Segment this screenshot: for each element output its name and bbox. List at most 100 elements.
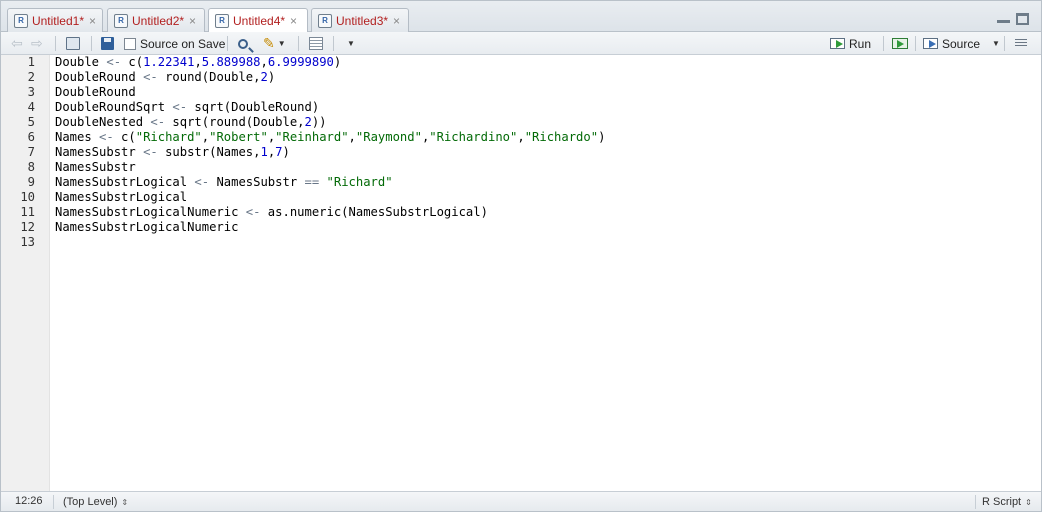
notebook-icon: [309, 37, 323, 50]
pane-window-controls: [997, 13, 1029, 25]
scope-selector[interactable]: (Top Level) ⇕: [53, 495, 128, 509]
source-on-save-label: Source on Save: [140, 36, 226, 51]
code-token: "Reinhard": [275, 130, 349, 144]
r-document-icon: R: [114, 13, 128, 28]
line-number: 13: [20, 235, 35, 249]
arrow-right-icon: ⇨: [31, 35, 43, 51]
source-editor-pane: R Untitled1* × R Untitled2* × R Untitled…: [0, 0, 1042, 512]
code-line[interactable]: NamesSubstrLogical <- NamesSubstr == "Ri…: [55, 175, 393, 190]
source-label: Source: [942, 36, 981, 51]
code-token: <-: [172, 100, 188, 114]
code-line[interactable]: NamesSubstrLogicalNumeric: [55, 220, 238, 235]
file-type-selector[interactable]: R Script ⇕: [975, 495, 1032, 509]
code-token: sqrt(DoubleRound): [187, 100, 320, 114]
code-token: 6.9999890: [267, 55, 334, 69]
outline-button[interactable]: [1015, 35, 1027, 52]
tab-untitled4[interactable]: R Untitled4* ×: [208, 8, 308, 33]
updown-icon: ⇕: [1025, 497, 1032, 507]
code-token: 5.889988: [201, 55, 261, 69]
compile-report-button[interactable]: [309, 35, 323, 52]
chevron-down-icon[interactable]: ▼: [992, 39, 1000, 48]
code-token: ,: [517, 130, 525, 144]
code-token: ,: [348, 130, 356, 144]
code-token: <-: [143, 70, 158, 84]
code-token: substr(Names,: [157, 145, 261, 159]
scope-text: (Top Level): [63, 496, 118, 508]
rerun-icon: [892, 38, 908, 49]
show-in-new-window-button[interactable]: [66, 35, 80, 52]
tab-untitled1[interactable]: R Untitled1* ×: [7, 8, 103, 32]
code-line[interactable]: DoubleRound: [55, 85, 136, 100]
source-on-save-checkbox[interactable]: [124, 37, 136, 50]
line-number: 4: [27, 100, 35, 114]
code-line[interactable]: NamesSubstr: [55, 160, 136, 175]
tab-untitled3[interactable]: R Untitled3* ×: [311, 8, 409, 32]
chevron-down-icon: ▼: [277, 39, 286, 48]
code-token: <-: [194, 175, 210, 189]
close-icon[interactable]: ×: [290, 14, 297, 28]
more-options-button[interactable]: ▼: [344, 35, 355, 52]
code-line[interactable]: DoubleRound <- round(Double,2): [55, 70, 275, 85]
magic-wand-icon: ✎: [263, 35, 275, 51]
minimize-icon[interactable]: [997, 13, 1010, 23]
line-number: 5: [27, 115, 35, 129]
code-token: 1.22341: [143, 55, 195, 69]
code-token: sqrt(round(Double,: [165, 115, 305, 129]
search-icon: [238, 38, 248, 49]
code-line[interactable]: DoubleNested <- sqrt(round(Double,2)): [55, 115, 327, 130]
chevron-down-icon: ▼: [347, 39, 355, 48]
file-type-text: R Script: [982, 496, 1022, 508]
close-icon[interactable]: ×: [189, 14, 196, 28]
code-line[interactable]: DoubleRoundSqrt <- sqrt(DoubleRound): [55, 100, 319, 115]
code-line[interactable]: Double <- c(1.22341,5.889988,6.9999890): [55, 55, 341, 70]
code-token: NamesSubstrLogical: [55, 175, 195, 189]
arrow-left-icon: ⇦: [11, 35, 23, 51]
toolbar-divider: [91, 36, 92, 51]
source-button[interactable]: Source ▼: [923, 35, 1000, 52]
code-line[interactable]: NamesSubstrLogical: [55, 190, 187, 205]
code-token: 2: [304, 115, 312, 129]
line-number: 7: [27, 145, 35, 159]
code-token: )): [311, 115, 327, 129]
code-line[interactable]: NamesSubstrLogicalNumeric <- as.numeric(…: [55, 205, 488, 220]
save-button[interactable]: [101, 35, 114, 52]
rerun-button[interactable]: [892, 35, 908, 52]
code-token: ,: [194, 55, 202, 69]
close-icon[interactable]: ×: [393, 14, 400, 28]
line-number: 3: [27, 85, 35, 99]
back-button[interactable]: ⇦: [11, 35, 23, 52]
code-token: ): [282, 145, 290, 159]
code-token: as.numeric(NamesSubstrLogical): [260, 205, 488, 219]
r-document-icon: R: [318, 13, 332, 28]
source-on-save-toggle[interactable]: Source on Save: [124, 35, 225, 52]
run-button[interactable]: Run: [830, 35, 871, 52]
code-token: 1: [260, 145, 268, 159]
code-line[interactable]: NamesSubstr <- substr(Names,1,7): [55, 145, 290, 160]
code-token: DoubleRound: [55, 85, 136, 99]
code-line[interactable]: Names <- c("Richard","Robert","Reinhard"…: [55, 130, 605, 145]
find-replace-button[interactable]: [238, 35, 248, 52]
toolbar-divider: [227, 36, 228, 51]
code-editor[interactable]: 1 2 3 4 5 6 7 8 9 10 11 12 13 Double <- c(1.22341,5.…: [1, 55, 1041, 491]
updown-icon: ⇕: [121, 497, 129, 507]
code-token: Double: [55, 55, 107, 69]
maximize-icon[interactable]: [1016, 13, 1029, 25]
code-token: NamesSubstrLogicalNumeric: [55, 205, 246, 219]
code-token: ): [267, 70, 276, 84]
toolbar-divider: [333, 36, 334, 51]
toolbar-divider: [915, 36, 916, 51]
toolbar-divider: [883, 36, 884, 51]
tab-untitled2[interactable]: R Untitled2* ×: [107, 8, 205, 32]
toolbar-divider: [55, 36, 56, 51]
run-icon: [830, 38, 845, 49]
line-number: 1: [27, 55, 35, 69]
close-icon[interactable]: ×: [89, 14, 96, 28]
code-token: "Richard": [326, 175, 393, 189]
forward-button[interactable]: ⇨: [31, 35, 43, 52]
tab-label: Untitled3*: [336, 13, 389, 28]
line-number: 2: [27, 70, 35, 84]
code-tools-button[interactable]: ✎ ▼: [263, 35, 286, 52]
tab-label: Untitled2*: [132, 13, 185, 28]
code-token: Names: [55, 130, 100, 144]
